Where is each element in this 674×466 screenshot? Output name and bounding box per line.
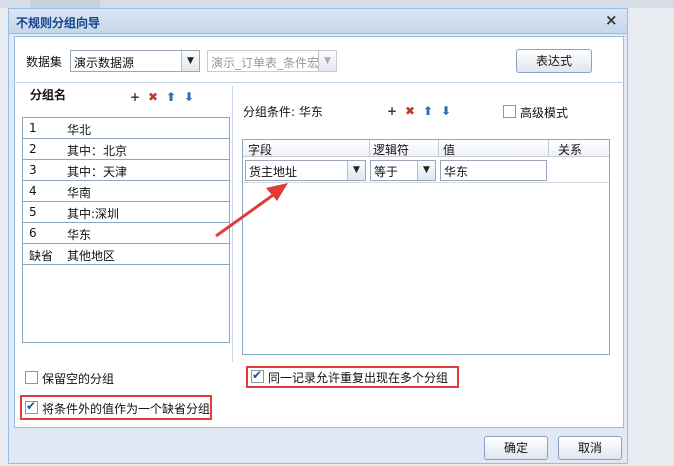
delete-group-icon[interactable]: ✖ bbox=[147, 90, 159, 104]
group-list: 1 华北 2 其中：北京 3 其中：天津 4 华南 5 其中:深圳 6 华东 缺… bbox=[22, 117, 230, 343]
list-item[interactable]: 缺省 其他地区 bbox=[23, 244, 229, 265]
group-number: 2 bbox=[29, 142, 37, 156]
list-item[interactable]: 1 华北 bbox=[23, 118, 229, 139]
dialog-title: 不规则分组向导 bbox=[16, 16, 101, 30]
keep-empty-checkbox[interactable] bbox=[25, 371, 38, 384]
default-group-label: 将条件外的值作为一个缺省分组 bbox=[42, 402, 211, 416]
dataset-select-value: 演示数据源 bbox=[74, 56, 135, 70]
group-number: 4 bbox=[29, 184, 37, 198]
list-item[interactable]: 5 其中:深圳 bbox=[23, 202, 229, 223]
ok-button[interactable]: 确定 bbox=[484, 436, 548, 460]
allow-repeat-label: 同一记录允许重复出现在多个分组 bbox=[268, 371, 449, 385]
condition-label: 分组条件: 华东 bbox=[243, 105, 323, 119]
table-select-value: 演示_订单表_条件宏 bbox=[211, 56, 320, 70]
column-header-value: 值 bbox=[443, 143, 456, 157]
group-name: 其中：北京 bbox=[67, 144, 128, 158]
list-item[interactable]: 4 华南 bbox=[23, 181, 229, 202]
chevron-down-icon[interactable]: ▼ bbox=[181, 51, 199, 71]
group-number: 1 bbox=[29, 121, 37, 135]
column-divider bbox=[438, 140, 439, 156]
background-window-tab bbox=[30, 0, 100, 8]
table-select: 演示_订单表_条件宏 ▼ bbox=[207, 50, 337, 72]
close-icon[interactable]: × bbox=[605, 12, 618, 28]
add-group-icon[interactable]: + bbox=[129, 90, 141, 104]
cancel-button[interactable]: 取消 bbox=[558, 436, 622, 460]
cancel-button-label: 取消 bbox=[577, 441, 602, 455]
toolbar-divider bbox=[14, 82, 624, 83]
panel-splitter[interactable] bbox=[232, 86, 233, 362]
field-select-value: 货主地址 bbox=[249, 165, 298, 179]
move-down-icon[interactable]: ⬇ bbox=[183, 90, 195, 104]
column-divider bbox=[369, 140, 370, 156]
group-name: 华东 bbox=[67, 228, 92, 242]
chevron-down-icon[interactable]: ▼ bbox=[347, 161, 365, 180]
ok-button-label: 确定 bbox=[503, 441, 528, 455]
list-item[interactable]: 3 其中：天津 bbox=[23, 160, 229, 181]
column-header-field: 字段 bbox=[248, 143, 273, 157]
dataset-label: 数据集 bbox=[26, 55, 63, 69]
operator-select[interactable]: 等于 ▼ bbox=[370, 160, 436, 181]
group-name-header: 分组名 bbox=[30, 88, 67, 102]
group-name: 其中:深圳 bbox=[67, 207, 120, 221]
expression-button-label: 表达式 bbox=[535, 54, 572, 68]
list-item[interactable]: 2 其中：北京 bbox=[23, 139, 229, 160]
chevron-down-icon[interactable]: ▼ bbox=[417, 161, 435, 180]
field-select[interactable]: 货主地址 ▼ bbox=[245, 160, 366, 181]
advanced-mode-checkbox[interactable] bbox=[503, 105, 516, 118]
move-up-icon[interactable]: ⬆ bbox=[165, 90, 177, 104]
background-window-strip bbox=[0, 0, 674, 8]
column-header-operator: 逻辑符 bbox=[373, 143, 410, 157]
group-name: 其他地区 bbox=[67, 249, 116, 263]
group-number: 5 bbox=[29, 205, 37, 219]
column-header-relation: 关系 bbox=[558, 143, 583, 157]
operator-select-value: 等于 bbox=[374, 165, 399, 179]
group-name: 华南 bbox=[67, 186, 92, 200]
allow-repeat-checkbox[interactable] bbox=[251, 368, 264, 383]
list-item[interactable]: 6 华东 bbox=[23, 223, 229, 244]
condition-up-icon[interactable]: ⬆ bbox=[422, 104, 434, 118]
value-input[interactable]: 华东 bbox=[440, 160, 547, 181]
keep-empty-label: 保留空的分组 bbox=[42, 372, 115, 386]
value-input-text: 华东 bbox=[444, 165, 469, 179]
group-number: 缺省 bbox=[29, 249, 54, 263]
chevron-down-icon: ▼ bbox=[318, 51, 336, 71]
group-number: 6 bbox=[29, 226, 37, 240]
column-divider bbox=[548, 140, 549, 156]
add-condition-icon[interactable]: + bbox=[386, 104, 398, 118]
group-name: 华北 bbox=[67, 123, 92, 137]
expression-button[interactable]: 表达式 bbox=[516, 49, 592, 73]
delete-condition-icon[interactable]: ✖ bbox=[404, 104, 416, 118]
dataset-select[interactable]: 演示数据源 ▼ bbox=[70, 50, 200, 72]
grid-header bbox=[243, 140, 609, 157]
group-number: 3 bbox=[29, 163, 37, 177]
dialog-titlebar[interactable] bbox=[8, 8, 628, 34]
default-group-checkbox[interactable] bbox=[25, 399, 38, 414]
advanced-mode-label: 高级模式 bbox=[520, 106, 569, 120]
group-name: 其中：天津 bbox=[67, 165, 128, 179]
condition-down-icon[interactable]: ⬇ bbox=[440, 104, 452, 118]
